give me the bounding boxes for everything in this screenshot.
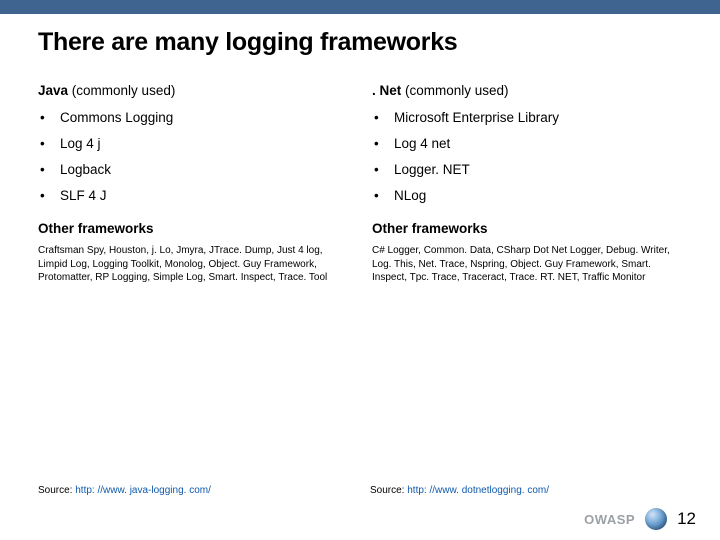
source-java: Source: http: //www. java-logging. com/ bbox=[38, 485, 211, 496]
java-other-heading: Other frameworks bbox=[38, 221, 348, 236]
footer: OWASP 12 bbox=[584, 508, 696, 530]
list-item: •Logback bbox=[40, 162, 348, 177]
bullet-icon: • bbox=[374, 136, 394, 151]
page-title: There are many logging frameworks bbox=[38, 28, 682, 57]
java-heading-bold: Java bbox=[38, 83, 68, 98]
list-item: •NLog bbox=[374, 188, 682, 203]
dotnet-other-text: C# Logger, Common. Data, CSharp Dot Net … bbox=[372, 244, 682, 285]
bullet-icon: • bbox=[40, 110, 60, 125]
page-number: 12 bbox=[677, 509, 696, 529]
bullet-icon: • bbox=[40, 188, 60, 203]
dotnet-other-heading: Other frameworks bbox=[372, 221, 682, 236]
source-dotnet: Source: http: //www. dotnetlogging. com/ bbox=[370, 485, 549, 496]
bullet-icon: • bbox=[374, 188, 394, 203]
list-item-label: Logger. NET bbox=[394, 162, 470, 177]
owasp-label: OWASP bbox=[584, 512, 635, 527]
source-label: Source: bbox=[370, 485, 407, 496]
column-dotnet: . Net (commonly used) •Microsoft Enterpr… bbox=[372, 83, 682, 325]
list-item: •Log 4 net bbox=[374, 136, 682, 151]
list-item: •Commons Logging bbox=[40, 110, 348, 125]
list-item-label: Microsoft Enterprise Library bbox=[394, 110, 559, 125]
column-java: Java (commonly used) •Commons Logging •L… bbox=[38, 83, 348, 325]
list-item-label: SLF 4 J bbox=[60, 188, 107, 203]
source-url: http: //www. dotnetlogging. com/ bbox=[407, 485, 549, 496]
list-item-label: Commons Logging bbox=[60, 110, 173, 125]
dotnet-heading-bold: . Net bbox=[372, 83, 401, 98]
list-item: •SLF 4 J bbox=[40, 188, 348, 203]
java-heading-rest: (commonly used) bbox=[68, 83, 175, 98]
java-list: •Commons Logging •Log 4 j •Logback •SLF … bbox=[38, 110, 348, 203]
bullet-icon: • bbox=[374, 110, 394, 125]
columns: Java (commonly used) •Commons Logging •L… bbox=[38, 83, 682, 325]
bullet-icon: • bbox=[40, 162, 60, 177]
dotnet-heading: . Net (commonly used) bbox=[372, 83, 682, 98]
slide-body: There are many logging frameworks Java (… bbox=[0, 14, 720, 325]
java-other-text: Craftsman Spy, Houston, j. Lo, Jmyra, JT… bbox=[38, 244, 348, 285]
dotnet-list: •Microsoft Enterprise Library •Log 4 net… bbox=[372, 110, 682, 203]
list-item: •Microsoft Enterprise Library bbox=[374, 110, 682, 125]
source-label: Source: bbox=[38, 485, 75, 496]
bullet-icon: • bbox=[374, 162, 394, 177]
top-accent-bar bbox=[0, 0, 720, 14]
dotnet-heading-rest: (commonly used) bbox=[401, 83, 508, 98]
list-item: •Log 4 j bbox=[40, 136, 348, 151]
list-item-label: Logback bbox=[60, 162, 111, 177]
bullet-icon: • bbox=[40, 136, 60, 151]
java-heading: Java (commonly used) bbox=[38, 83, 348, 98]
source-url: http: //www. java-logging. com/ bbox=[75, 485, 211, 496]
list-item: •Logger. NET bbox=[374, 162, 682, 177]
list-item-label: NLog bbox=[394, 188, 426, 203]
owasp-logo-icon bbox=[645, 508, 667, 530]
list-item-label: Log 4 net bbox=[394, 136, 450, 151]
list-item-label: Log 4 j bbox=[60, 136, 101, 151]
